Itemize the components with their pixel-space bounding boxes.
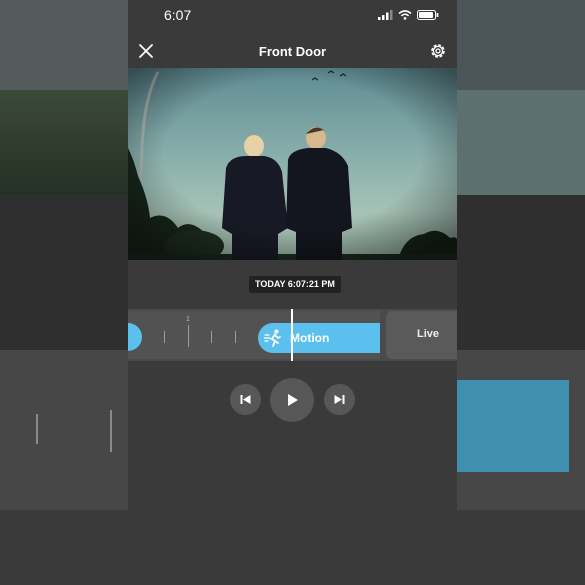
timeline-playhead[interactable] — [291, 309, 293, 361]
page-title: Front Door — [258, 44, 327, 59]
timeline-tick — [164, 331, 165, 343]
skip-next-icon — [334, 395, 345, 404]
motion-event[interactable]: Motion — [258, 323, 380, 353]
skip-previous-button[interactable] — [230, 384, 261, 415]
motion-event-label: Motion — [290, 331, 330, 345]
status-icons — [378, 10, 439, 20]
blurred-backdrop-left — [0, 0, 128, 585]
timeline-track[interactable]: 1 Motion — [128, 311, 380, 359]
phone-screen: 6:07 Front Door TODAY 6:07:21 PM 1 Motio… — [128, 0, 457, 585]
battery-icon — [417, 10, 439, 20]
running-person-icon — [264, 329, 281, 347]
timeline-tick — [211, 331, 212, 343]
video-frame-illustration — [128, 68, 457, 260]
skip-previous-icon — [240, 395, 251, 404]
previous-event-marker[interactable] — [128, 323, 142, 351]
timeline-tick — [188, 325, 189, 347]
settings-button[interactable] — [428, 41, 448, 61]
settings-gear-icon — [431, 44, 445, 58]
play-icon — [288, 394, 298, 406]
video-feed[interactable] — [128, 68, 457, 260]
live-button-label: Live — [416, 328, 439, 340]
timeline-tick-label: 1 — [186, 316, 190, 323]
signal-icon — [378, 10, 393, 20]
nav-bar: Front Door — [128, 32, 457, 70]
blurred-backdrop-right — [457, 0, 585, 585]
status-time: 6:07 — [164, 7, 192, 23]
status-bar: 6:07 — [128, 0, 457, 32]
timeline-tick — [235, 331, 236, 343]
timestamp-badge: TODAY 6:07:21 PM — [249, 276, 341, 293]
play-button[interactable] — [270, 378, 314, 422]
playback-controls — [128, 378, 457, 422]
skip-next-button[interactable] — [324, 384, 355, 415]
live-button[interactable]: Live — [386, 311, 457, 359]
wifi-icon — [398, 10, 412, 20]
event-timeline[interactable]: 1 Motion Live — [128, 309, 457, 361]
